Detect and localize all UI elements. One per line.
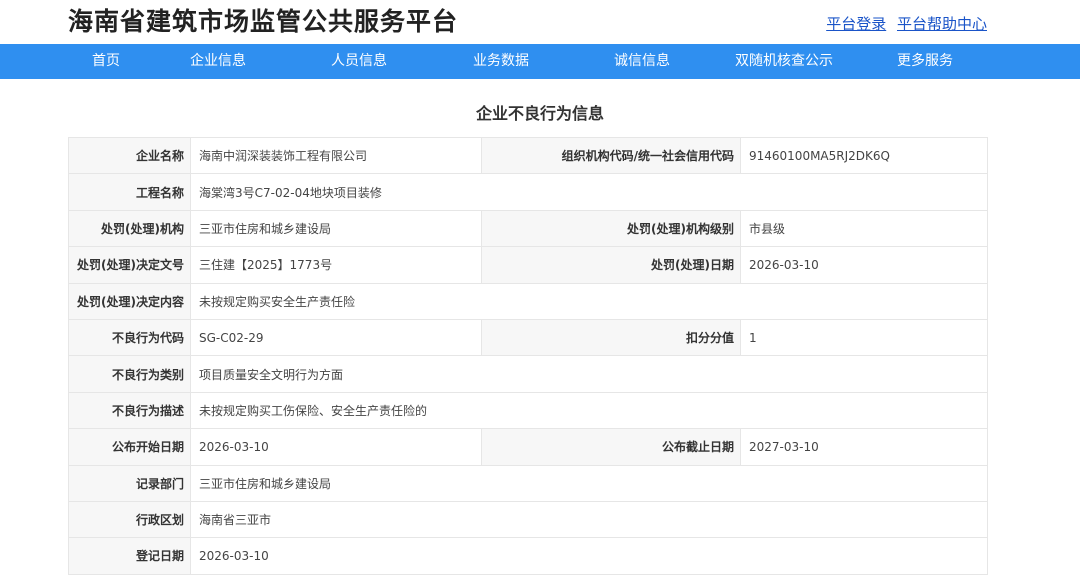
table-row: 处罚(处理)机构 三亚市住房和城乡建设局 处罚(处理)机构级别 市县级 [68, 209, 988, 248]
field-label: 记录部门 [68, 464, 191, 502]
field-label: 行政区划 [68, 500, 191, 539]
help-center-link[interactable]: 平台帮助中心 [897, 15, 987, 33]
field-label: 工程名称 [68, 173, 191, 211]
bad-behavior-info-table: 企业名称 海南中润深装装饰工程有限公司 组织机构代码/统一社会信用代码 9146… [68, 136, 988, 575]
field-value: 海南中润深装装饰工程有限公司 [190, 136, 482, 175]
field-label: 不良行为代码 [68, 318, 191, 357]
table-row: 不良行为代码 SG-C02-29 扣分分值 1 [68, 318, 988, 357]
field-label: 处罚(处理)日期 [481, 246, 741, 284]
field-label: 组织机构代码/统一社会信用代码 [481, 136, 741, 175]
site-title: 海南省建筑市场监管公共服务平台 [68, 7, 459, 36]
table-row: 公布开始日期 2026-03-10 公布截止日期 2027-03-10 [68, 428, 988, 466]
table-row: 处罚(处理)决定内容 未按规定购买安全生产责任险 [68, 282, 988, 320]
field-value: 未按规定购买安全生产责任险 [190, 282, 988, 320]
field-label: 处罚(处理)决定文号 [68, 246, 191, 284]
field-value: 1 [740, 318, 988, 357]
login-link[interactable]: 平台登录 [826, 15, 886, 33]
field-value: 2026-03-10 [190, 537, 988, 575]
nav-item-enterprise[interactable]: 企业信息 [190, 44, 246, 79]
table-row: 行政区划 海南省三亚市 [68, 500, 988, 539]
table-row: 企业名称 海南中润深装装饰工程有限公司 组织机构代码/统一社会信用代码 9146… [68, 136, 988, 175]
table-row: 不良行为描述 未按规定购买工伤保险、安全生产责任险的 [68, 391, 988, 430]
field-label: 处罚(处理)机构级别 [481, 209, 741, 248]
field-value: 项目质量安全文明行为方面 [190, 355, 988, 393]
nav-item-business-data[interactable]: 业务数据 [473, 44, 529, 79]
nav-item-more-services[interactable]: 更多服务 [897, 44, 953, 79]
field-label: 登记日期 [68, 537, 191, 575]
field-value: 三亚市住房和城乡建设局 [190, 464, 988, 502]
field-value: 未按规定购买工伤保险、安全生产责任险的 [190, 391, 988, 430]
field-label: 公布截止日期 [481, 428, 741, 466]
field-value: 2027-03-10 [740, 428, 988, 466]
field-value: 三住建【2025】1773号 [190, 246, 482, 284]
field-value: 2026-03-10 [190, 428, 482, 466]
field-value: 海南省三亚市 [190, 500, 988, 539]
nav-item-personnel[interactable]: 人员信息 [331, 44, 387, 79]
nav-item-credit[interactable]: 诚信信息 [614, 44, 670, 79]
field-label: 公布开始日期 [68, 428, 191, 466]
field-value: SG-C02-29 [190, 318, 482, 357]
field-value: 三亚市住房和城乡建设局 [190, 209, 482, 248]
header-links: 平台登录 平台帮助中心 [820, 13, 987, 34]
table-row: 不良行为类别 项目质量安全文明行为方面 [68, 355, 988, 393]
table-row: 处罚(处理)决定文号 三住建【2025】1773号 处罚(处理)日期 2026-… [68, 246, 988, 284]
field-label: 处罚(处理)机构 [68, 209, 191, 248]
field-label: 不良行为类别 [68, 355, 191, 393]
table-row: 工程名称 海棠湾3号C7-02-04地块项目装修 [68, 173, 988, 211]
nav-item-random-check[interactable]: 双随机核查公示 [735, 44, 833, 79]
nav-item-home[interactable]: 首页 [92, 44, 120, 79]
field-value: 市县级 [740, 209, 988, 248]
field-label: 企业名称 [68, 136, 191, 175]
table-row: 登记日期 2026-03-10 [68, 537, 988, 575]
site-header: 海南省建筑市场监管公共服务平台 平台登录 平台帮助中心 [0, 0, 1080, 44]
field-label: 扣分分值 [481, 318, 741, 357]
field-value: 海棠湾3号C7-02-04地块项目装修 [190, 173, 988, 211]
field-value: 91460100MA5RJ2DK6Q [740, 136, 988, 175]
field-value: 2026-03-10 [740, 246, 988, 284]
field-label: 不良行为描述 [68, 391, 191, 430]
table-row: 记录部门 三亚市住房和城乡建设局 [68, 464, 988, 502]
main-nav: 首页 企业信息 人员信息 业务数据 诚信信息 双随机核查公示 更多服务 [0, 44, 1080, 79]
field-label: 处罚(处理)决定内容 [68, 282, 191, 320]
page-title: 企业不良行为信息 [475, 104, 604, 123]
